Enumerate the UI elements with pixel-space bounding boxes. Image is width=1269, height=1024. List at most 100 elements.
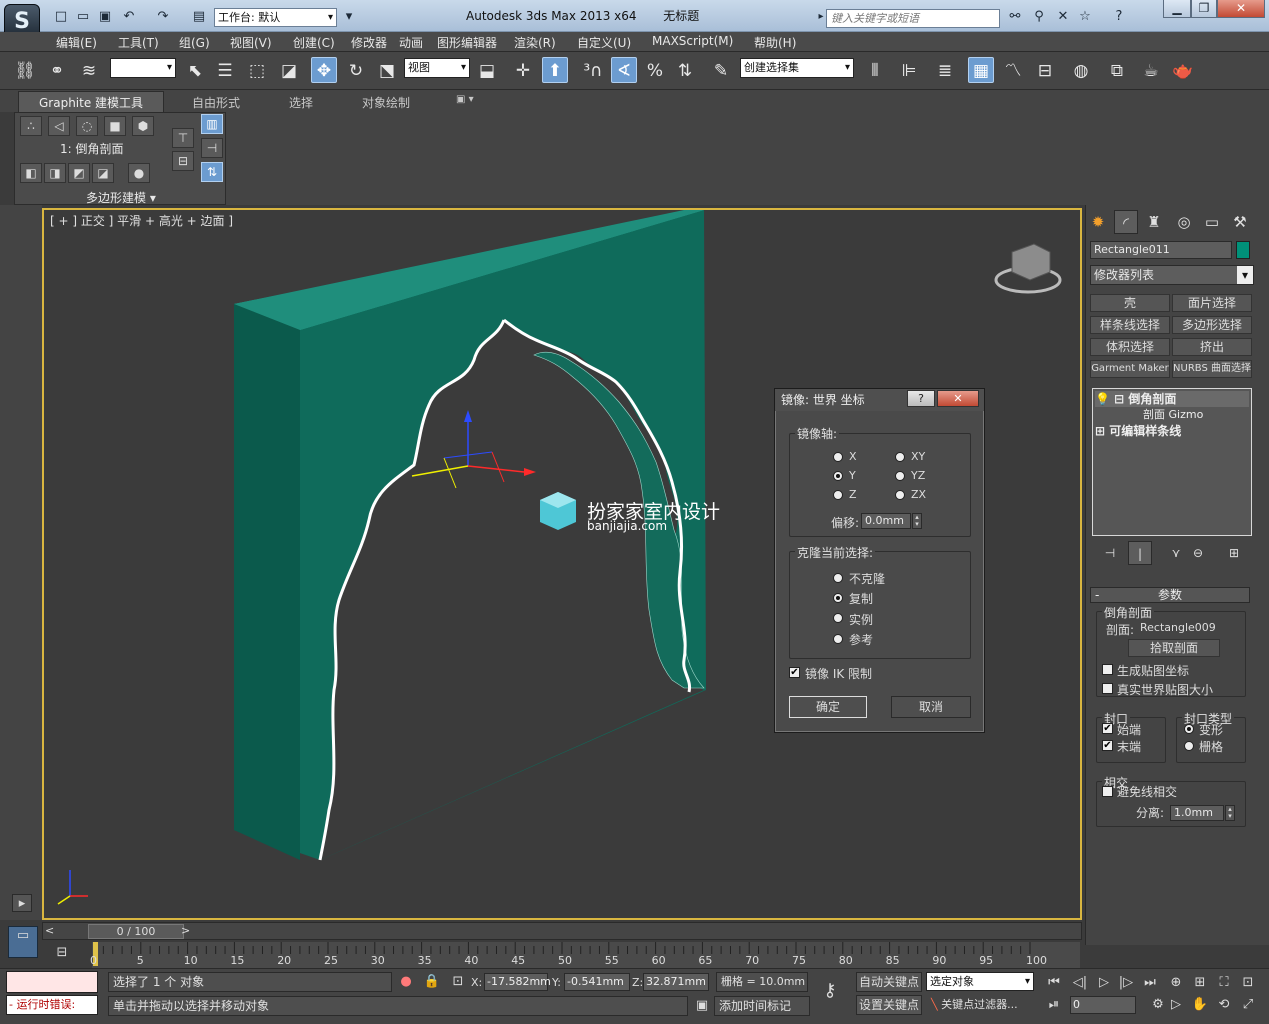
ribbon-tool-7-icon[interactable]: ⊟	[172, 151, 194, 171]
rendered-frame-icon[interactable]: ☕	[1138, 58, 1164, 84]
ribbon-tool-4-icon[interactable]: ◪	[92, 163, 114, 183]
axis-z-radio[interactable]	[833, 490, 843, 500]
axis-zx-radio[interactable]	[895, 490, 905, 500]
unlink-icon[interactable]: ⚭	[44, 58, 70, 84]
mirror-icon[interactable]: ⫴	[862, 58, 888, 84]
curve-editor-icon[interactable]: 〽	[1000, 58, 1026, 84]
object-color-swatch[interactable]	[1236, 241, 1250, 259]
set-key-mode-icon[interactable]: ⚷	[820, 982, 840, 1000]
new-file-icon[interactable]: □	[52, 8, 70, 26]
next-frame-icon[interactable]: |▷	[1116, 974, 1136, 992]
axis-x-radio[interactable]	[833, 452, 843, 462]
pick-profile-button[interactable]: 拾取剖面	[1128, 639, 1220, 657]
open-file-icon[interactable]: ▭	[74, 8, 92, 26]
clone-copy-radio[interactable]	[833, 593, 843, 603]
ribbon-tool-10-icon[interactable]: ⇅	[201, 162, 223, 182]
mirror-ik-checkbox[interactable]: ✔	[789, 667, 800, 678]
select-scale-icon[interactable]: ⬔	[374, 58, 400, 84]
select-move-icon[interactable]: ✥	[311, 57, 337, 83]
named-selection-dropdown[interactable]: 创建选择集	[740, 58, 854, 78]
time-tag-icon[interactable]: ▣	[692, 997, 712, 1015]
help-icon[interactable]: ?	[1110, 8, 1128, 26]
ribbon-tool-9-icon[interactable]: ⊣	[201, 138, 223, 158]
edit-named-selection-icon[interactable]: ✎	[708, 58, 734, 84]
align-icon[interactable]: ⊫	[896, 58, 922, 84]
time-slider-thumb[interactable]: 0 / 100	[88, 924, 184, 939]
time-prev-icon[interactable]: <	[45, 924, 54, 937]
separation-spinner[interactable]: ▴ ▾	[1225, 805, 1235, 821]
percent-snap-icon[interactable]: %	[642, 58, 668, 84]
key-mode-dropdown[interactable]: 选定对象	[926, 972, 1034, 991]
menu-customize[interactable]: 自定义(U)	[577, 34, 631, 51]
set-key-button[interactable]: 设置关键点	[856, 995, 922, 1015]
polygon-level-icon[interactable]: ■	[104, 116, 126, 136]
menu-animation[interactable]: 动画	[399, 34, 423, 51]
selection-lock-icon[interactable]: 🔒	[422, 973, 442, 991]
z-coord-field[interactable]: 32.871mm	[643, 973, 709, 991]
display-tab-icon[interactable]: ▭	[1200, 210, 1224, 234]
favorites-icon[interactable]: ☆	[1076, 8, 1094, 26]
real-world-checkbox[interactable]: ✔	[1102, 683, 1113, 694]
search-input[interactable]: 键入关键字或短语	[826, 9, 1000, 28]
zoom-icon[interactable]: ⊕	[1166, 974, 1186, 992]
material-editor-icon[interactable]: ◍	[1068, 58, 1094, 84]
menu-help[interactable]: 帮助(H)	[754, 34, 796, 51]
isolate-selection-icon[interactable]: ●	[396, 973, 416, 991]
cap-end-checkbox[interactable]: ✔	[1102, 740, 1113, 751]
params-rollout-header[interactable]: - 参数	[1090, 587, 1250, 603]
menu-graph-editors[interactable]: 图形编辑器	[437, 34, 497, 51]
reference-coord-dropdown[interactable]: 视图	[404, 58, 470, 78]
border-level-icon[interactable]: ◌	[76, 116, 98, 136]
menu-maxscript[interactable]: MAXScript(M)	[652, 34, 733, 48]
close-button[interactable]: ✕	[1217, 0, 1265, 18]
pan-view-icon[interactable]: ✋	[1190, 996, 1210, 1014]
subscription-icon[interactable]: ⚲	[1030, 8, 1048, 26]
menu-rendering[interactable]: 渲染(R)	[514, 34, 556, 51]
qa-overflow-icon[interactable]: ▾	[340, 8, 358, 26]
ribbon-tool-5-icon[interactable]: ●	[128, 163, 150, 183]
angle-snap-icon[interactable]: ∢	[611, 57, 637, 83]
graphite-toggle-icon[interactable]: ▦	[968, 57, 994, 83]
viewport-layout-icon[interactable]: ▭	[8, 926, 38, 958]
dialog-help-button[interactable]: ?	[907, 390, 935, 407]
menu-views[interactable]: 视图(V)	[230, 34, 272, 51]
clone-reference-radio[interactable]	[833, 634, 843, 644]
viewport-label[interactable]: [ + ] 正交 ] 平滑 + 高光 + 边面 ]	[50, 212, 233, 229]
maximize-viewport-icon[interactable]: ⤢	[1238, 996, 1258, 1014]
time-config-icon[interactable]: ⚙	[1148, 996, 1168, 1014]
shell-button[interactable]: 壳	[1090, 294, 1170, 312]
link-icon[interactable]: ⛓	[12, 58, 38, 84]
ribbon-tool-6-icon[interactable]: ⊤	[172, 128, 194, 148]
extrude-button[interactable]: 挤出	[1172, 338, 1252, 356]
menu-edit[interactable]: 编辑(E)	[56, 34, 97, 51]
schematic-view-icon[interactable]: ⊟	[1032, 58, 1058, 84]
curve-editor-mini-icon[interactable]: ⊟	[52, 944, 72, 962]
ok-button[interactable]: 确定	[789, 696, 867, 718]
spline-select-button[interactable]: 样条线选择	[1090, 316, 1170, 334]
avoid-intersect-checkbox[interactable]: ✔	[1102, 786, 1113, 797]
vertex-level-icon[interactable]: ∴	[20, 116, 42, 136]
clone-none-radio[interactable]	[833, 573, 843, 583]
utilities-tab-icon[interactable]: ⚒	[1228, 210, 1252, 234]
cancel-button[interactable]: 取消	[891, 696, 971, 718]
x-coord-field[interactable]: -17.582mm	[484, 973, 551, 991]
workspace-dropdown[interactable]: 工作台: 默认	[214, 8, 337, 27]
go-to-start-icon[interactable]: ⏮	[1044, 974, 1064, 992]
configure-sets-icon[interactable]: ⊞	[1222, 541, 1246, 565]
stack-item-bevel-profile[interactable]: 💡 ⊟ 倒角剖面	[1095, 391, 1249, 407]
offset-input[interactable]: 0.0mm	[861, 513, 911, 529]
ribbon-tool-8-icon[interactable]: ▥	[201, 114, 223, 134]
patch-select-button[interactable]: 面片选择	[1172, 294, 1252, 312]
nurbs-select-button[interactable]: NURBS 曲面选择	[1172, 360, 1252, 378]
axis-yz-radio[interactable]	[895, 471, 905, 481]
modify-tab-icon[interactable]: ◜	[1114, 210, 1138, 234]
offset-spinner[interactable]: ▴ ▾	[912, 513, 922, 529]
separation-input[interactable]: 1.0mm	[1170, 805, 1224, 821]
ribbon-tool-2-icon[interactable]: ◨	[44, 163, 66, 183]
maxscript-error-output[interactable]: - 运行时错误:	[6, 995, 98, 1015]
region-select-icon[interactable]: ⬚	[244, 58, 270, 84]
morph-radio[interactable]	[1184, 724, 1194, 734]
select-rotate-icon[interactable]: ↻	[343, 58, 369, 84]
zoom-extents-icon[interactable]: ⛶	[1214, 974, 1234, 992]
menu-modifiers[interactable]: 修改器	[351, 34, 387, 51]
